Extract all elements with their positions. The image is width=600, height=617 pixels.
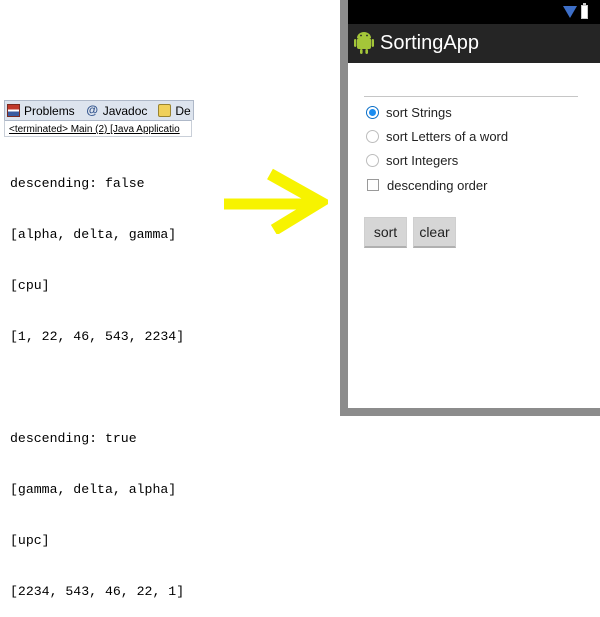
app-title: SortingApp (380, 32, 479, 54)
right-arrow-icon (224, 168, 328, 234)
tab-javadoc[interactable]: @ Javadoc (84, 103, 148, 118)
javadoc-icon: @ (86, 103, 99, 117)
radio-sort-integers[interactable]: sort Integers (366, 151, 458, 169)
radio-label: sort Letters of a word (386, 128, 509, 144)
console-line: [upc] (10, 533, 50, 548)
console-line: [1, 22, 46, 543, 2234] (10, 329, 185, 344)
console-line: [2234, 543, 46, 22, 1] (10, 584, 185, 599)
radio-label: sort Strings (386, 104, 452, 120)
console-terminated-label: <terminated> Main (2) [Java Applicatio (4, 120, 192, 137)
descending-checkbox[interactable] (367, 179, 379, 191)
console-line: descending: false (10, 176, 145, 191)
console-line: descending: true (10, 431, 137, 446)
battery-icon (581, 3, 588, 19)
tab-problems[interactable]: Problems (5, 104, 75, 118)
tab-declaration[interactable]: De (156, 103, 191, 118)
checkbox-label: descending order (387, 177, 488, 193)
radio-button[interactable] (366, 153, 379, 167)
radio-button-checked[interactable] (366, 105, 379, 119)
declaration-icon (158, 104, 172, 117)
terminated-text: <terminated> Main (2) [Java Applicatio (9, 124, 180, 135)
descending-order-checkbox-row[interactable]: descending order (366, 176, 487, 194)
eclipse-view-tabs: Problems @ Javadoc De (4, 100, 194, 120)
text-input[interactable] (364, 82, 578, 97)
console-line: [gamma, delta, alpha] (10, 482, 177, 497)
android-icon (354, 32, 374, 54)
radio-label: sort Integers (386, 152, 459, 168)
tab-declaration-label: De (175, 103, 191, 118)
tab-problems-label: Problems (24, 103, 75, 118)
radio-sort-letters[interactable]: sort Letters of a word (366, 127, 508, 145)
sort-button[interactable]: sort (364, 217, 407, 248)
problems-icon (7, 104, 20, 117)
wifi-icon (563, 6, 577, 18)
console-output: descending: false [alpha, delta, gamma] … (10, 141, 210, 617)
tab-javadoc-label: Javadoc (102, 103, 148, 118)
console-line: [alpha, delta, gamma] (10, 227, 177, 242)
radio-sort-strings[interactable]: sort Strings (366, 103, 452, 121)
clear-button[interactable]: clear (413, 217, 456, 248)
radio-button[interactable] (366, 129, 379, 143)
console-line: [cpu] (10, 278, 50, 293)
